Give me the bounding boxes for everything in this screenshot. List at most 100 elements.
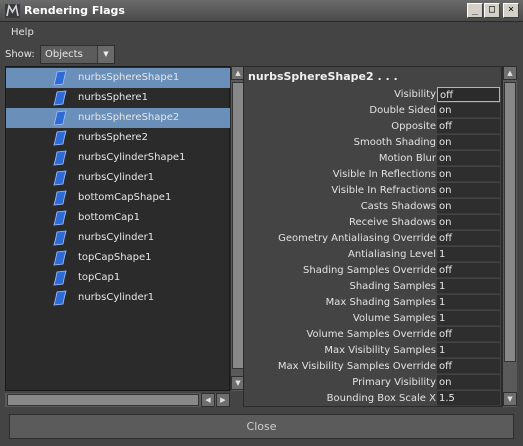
menu-bar: Help [0, 22, 523, 42]
attribute-row: Geometry Antialiasing Override off [244, 231, 502, 247]
attribute-value-field[interactable]: off [437, 119, 500, 134]
attribute-label: Opposite [391, 121, 436, 132]
show-dropdown-value: Objects [45, 49, 83, 60]
list-item[interactable]: nurbsCylinder1 [6, 228, 231, 248]
list-item-label: nurbsCylinder1 [78, 232, 155, 243]
attribute-value-field[interactable]: off [437, 263, 500, 278]
close-button[interactable]: Close [9, 414, 514, 439]
attribute-value-field[interactable]: on [437, 167, 500, 182]
menu-help[interactable]: Help [11, 27, 34, 38]
attribute-value-field[interactable]: off [437, 231, 500, 246]
attribute-row: Primary Visibility on [244, 375, 502, 391]
list-item[interactable]: nurbsSphereShape2 [6, 108, 231, 128]
attribute-value-field[interactable]: on [437, 199, 500, 214]
attribute-panel: nurbsSphereShape2 . . . Visibility off Dou… [243, 66, 502, 407]
list-item[interactable]: nurbsCylinder1 [6, 288, 231, 308]
list-item-label: nurbsSphereShape2 [78, 112, 180, 123]
attribute-row: Bounding Box Scale X 1.5 [244, 391, 502, 407]
attribute-row: Opposite off [244, 119, 502, 135]
list-item[interactable]: bottomCap1 [6, 208, 231, 228]
scroll-left-arrow-icon[interactable]: ◀ [201, 393, 215, 407]
nurbs-surface-icon [53, 210, 67, 226]
nurbs-surface-icon [53, 170, 67, 186]
attribute-row: Shading Samples Override off [244, 263, 502, 279]
attribute-label: Receive Shadows [349, 217, 436, 228]
scroll-up-arrow-icon[interactable]: ▲ [503, 66, 517, 80]
attribute-label: Shading Samples [349, 281, 436, 292]
attribute-label: Double Sided [369, 105, 436, 116]
list-item[interactable]: nurbsCylinderShape1 [6, 148, 231, 168]
scroll-thumb[interactable] [504, 82, 516, 362]
attribute-panel-vertical-scrollbar[interactable]: ▲ ▼ [502, 66, 517, 407]
attribute-row: Receive Shadows on [244, 215, 502, 231]
attribute-label: Volume Samples [352, 313, 436, 324]
attribute-row: Visible In Reflections on [244, 167, 502, 183]
attribute-label: Bounding Box Scale X [326, 393, 436, 404]
list-item[interactable]: topCapShape1 [6, 248, 231, 268]
list-item[interactable]: nurbsSphere2 [6, 128, 231, 148]
list-item[interactable]: nurbsSphereShape1 [6, 68, 231, 88]
attribute-value-field[interactable]: 1 [437, 311, 500, 326]
close-window-button[interactable]: × [503, 3, 519, 18]
attribute-panel-title: nurbsSphereShape2 . . . [248, 70, 398, 83]
attribute-row: Double Sided on [244, 103, 502, 119]
attribute-value-field[interactable]: on [437, 375, 500, 390]
attribute-label: Volume Samples Override [306, 329, 436, 340]
attribute-row: Visibility off [244, 87, 502, 103]
attribute-row: Volume Samples 1 [244, 311, 502, 327]
list-item[interactable]: bottomCapShape1 [6, 188, 231, 208]
attribute-label: Casts Shadows [360, 201, 436, 212]
show-filter-bar: Show: Objects ▼ [0, 44, 523, 66]
attribute-label: Shading Samples Override [303, 265, 436, 276]
attribute-value-field[interactable]: on [437, 135, 500, 150]
attribute-value-field[interactable]: 1 [437, 343, 500, 358]
attribute-label: Motion Blur [378, 153, 436, 164]
scroll-down-arrow-icon[interactable]: ▼ [503, 392, 517, 406]
object-list-horizontal-scrollbar[interactable]: ◀ ▶ [5, 393, 230, 407]
nurbs-surface-icon [53, 110, 67, 126]
attribute-label: Antialiasing Level [348, 249, 436, 260]
attribute-label: Max Shading Samples [325, 297, 436, 308]
list-item-label: nurbsSphere2 [78, 132, 148, 143]
attribute-value-field[interactable]: 1 [437, 295, 500, 310]
attribute-row: Max Visibility Samples Override off [244, 359, 502, 375]
attribute-label: Visible In Refractions [331, 185, 436, 196]
scroll-right-arrow-icon[interactable]: ▶ [216, 393, 230, 407]
attribute-value-field[interactable]: on [437, 183, 500, 198]
attribute-value-field[interactable]: 1 [437, 279, 500, 294]
attribute-label: Visible In Reflections [332, 169, 436, 180]
nurbs-surface-icon [53, 290, 67, 306]
attribute-value-field[interactable]: on [437, 151, 500, 166]
maximize-button[interactable]: □ [484, 3, 500, 18]
nurbs-surface-icon [53, 230, 67, 246]
list-item[interactable]: nurbsCylinder1 [6, 168, 231, 188]
show-label: Show: [5, 49, 35, 60]
list-item-label: nurbsSphere1 [78, 92, 148, 103]
attribute-value-field[interactable]: 1 [437, 247, 500, 262]
attribute-value-field[interactable]: off [437, 327, 500, 342]
chevron-down-icon[interactable]: ▼ [97, 46, 114, 63]
attribute-label: Primary Visibility [352, 377, 436, 388]
title-bar[interactable]: Rendering Flags _ □ × [0, 0, 523, 22]
attribute-value-field[interactable]: off [437, 87, 500, 102]
attribute-value-field[interactable]: on [437, 215, 500, 230]
attribute-value-field[interactable]: on [437, 103, 500, 118]
attribute-row: Max Shading Samples 1 [244, 295, 502, 311]
show-dropdown[interactable]: Objects ▼ [40, 45, 115, 64]
nurbs-surface-icon [53, 270, 67, 286]
attribute-value-field[interactable]: off [437, 359, 500, 374]
attribute-value-field[interactable]: 1.5 [437, 391, 500, 406]
maya-app-icon [5, 4, 20, 18]
nurbs-surface-icon [53, 150, 67, 166]
horizontal-scroll-thumb[interactable] [7, 394, 199, 406]
minimize-button[interactable]: _ [467, 3, 483, 18]
nurbs-surface-icon [53, 130, 67, 146]
window-title: Rendering Flags [24, 4, 125, 17]
list-item-label: topCapShape1 [78, 252, 152, 263]
list-item[interactable]: topCap1 [6, 268, 231, 288]
attribute-row: Casts Shadows on [244, 199, 502, 215]
list-item-label: nurbsCylinder1 [78, 172, 155, 183]
list-item[interactable]: nurbsSphere1 [6, 88, 231, 108]
nurbs-surface-icon [53, 250, 67, 266]
attribute-row: Antialiasing Level 1 [244, 247, 502, 263]
